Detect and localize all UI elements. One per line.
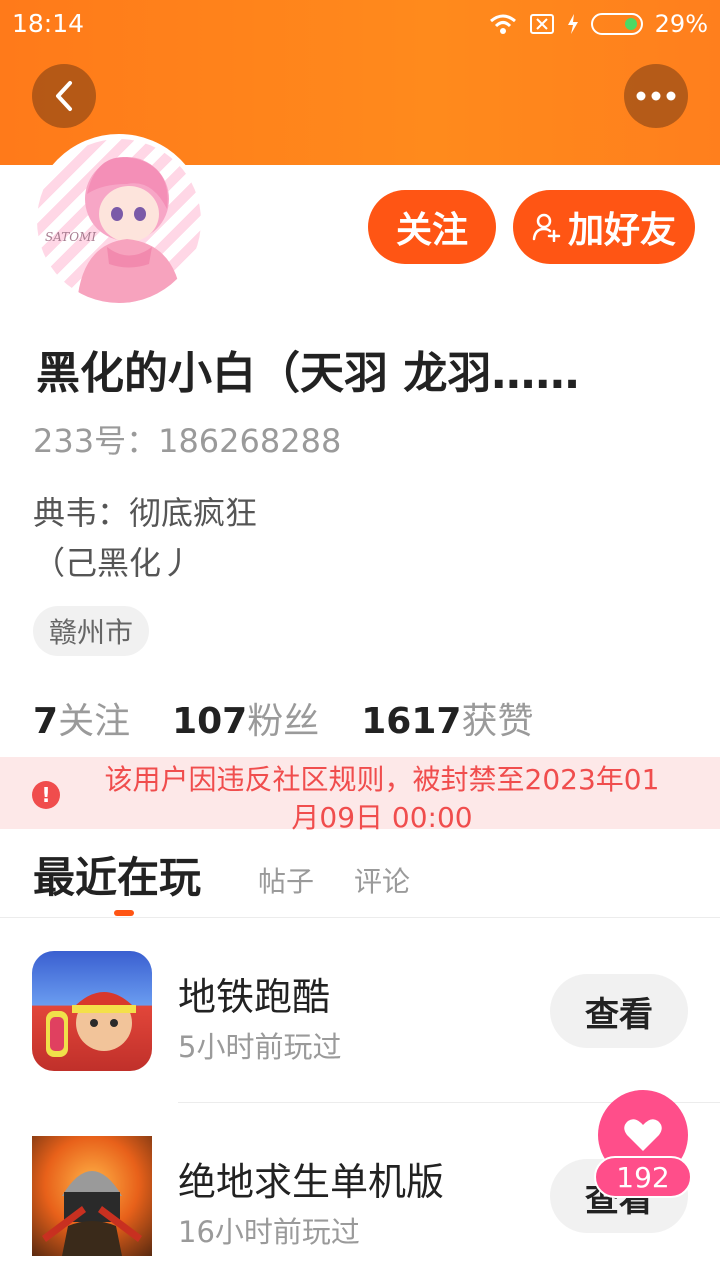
likes-count: 1617 [361, 701, 462, 742]
game-played-time: 16小时前玩过 [178, 1215, 360, 1249]
fans-label: 粉丝 [247, 701, 320, 742]
back-button[interactable] [32, 64, 96, 128]
avatar[interactable]: SATOMI [32, 134, 206, 308]
more-dots-icon [636, 91, 676, 101]
heart-icon [624, 1119, 662, 1151]
charging-icon [567, 14, 578, 34]
chevron-left-icon [56, 81, 72, 111]
stat-likes: 1617获赞 [361, 692, 533, 744]
following-count: 7 [33, 701, 59, 742]
ban-notice-line-1: 该用户因违反社区规则，被封禁至2023年01 [104, 763, 660, 796]
game-title: 地铁跑酷 [178, 975, 331, 1019]
tab-recent-played[interactable]: 最近在玩 [33, 844, 201, 905]
following-label: 关注 [58, 701, 131, 742]
stat-fans[interactable]: 107粉丝 [172, 692, 319, 744]
status-icons: 29% [489, 9, 708, 39]
avatar-image: SATOMI [37, 139, 201, 303]
add-friend-button[interactable]: 加好友 [513, 190, 695, 264]
add-friend-label: 加好友 [567, 210, 676, 251]
tab-indicator [114, 910, 134, 916]
ban-notice-line-2: 月09日 00:00 [291, 801, 473, 834]
no-sim-icon [529, 14, 554, 34]
like-count-badge: 192 [594, 1156, 692, 1198]
tab-posts[interactable]: 帖子 [258, 860, 314, 900]
profile-uid: 233号：186268288 [33, 422, 342, 460]
wifi-icon [489, 14, 516, 34]
location-tag: 赣州市 [33, 606, 150, 656]
ban-notice: ! 该用户因违反社区规则，被封禁至2023年01 月09日 00:00 [0, 757, 720, 834]
likes-label: 获赞 [461, 701, 534, 742]
follow-label: 关注 [395, 210, 468, 251]
battery-percent: 29% [654, 10, 708, 38]
profile-name: 黑化的小白（天羽 龙羽…… [36, 348, 580, 399]
avatar-illustration: SATOMI [37, 139, 182, 303]
profile-bio: 典韦：彻底疯狂 （己黑化丿 [33, 488, 257, 588]
add-user-icon [532, 213, 561, 242]
stat-following[interactable]: 7关注 [33, 692, 130, 744]
list-item[interactable]: 地铁跑酷 5小时前玩过 查看 [0, 950, 720, 1080]
status-bar: 18:14 29% [0, 0, 720, 48]
game-title: 绝地求生单机版 [178, 1160, 445, 1204]
game-played-time: 5小时前玩过 [178, 1030, 342, 1064]
profile-stats: 7关注 107粉丝 1617获赞 [33, 692, 575, 744]
fans-count: 107 [172, 701, 248, 742]
more-button[interactable] [624, 64, 688, 128]
status-time: 18:14 [12, 9, 85, 38]
tab-comments[interactable]: 评论 [354, 860, 410, 900]
ban-notice-text: 该用户因违反社区规则，被封禁至2023年01 月09日 00:00 [72, 761, 692, 837]
bio-line-1: 典韦：彻底疯狂 [33, 494, 258, 532]
game-icon-subway-surfers [32, 951, 152, 1071]
game-icon-pubg [32, 1136, 152, 1256]
svg-text:SATOMI: SATOMI [45, 230, 96, 244]
bio-line-2: （己黑化丿 [33, 544, 194, 582]
profile-tabs: 最近在玩 帖子 评论 [0, 834, 720, 918]
battery-icon [590, 13, 643, 35]
follow-button[interactable]: 关注 [368, 190, 496, 264]
alert-icon: ! [32, 781, 60, 809]
view-button[interactable]: 查看 [550, 974, 688, 1048]
